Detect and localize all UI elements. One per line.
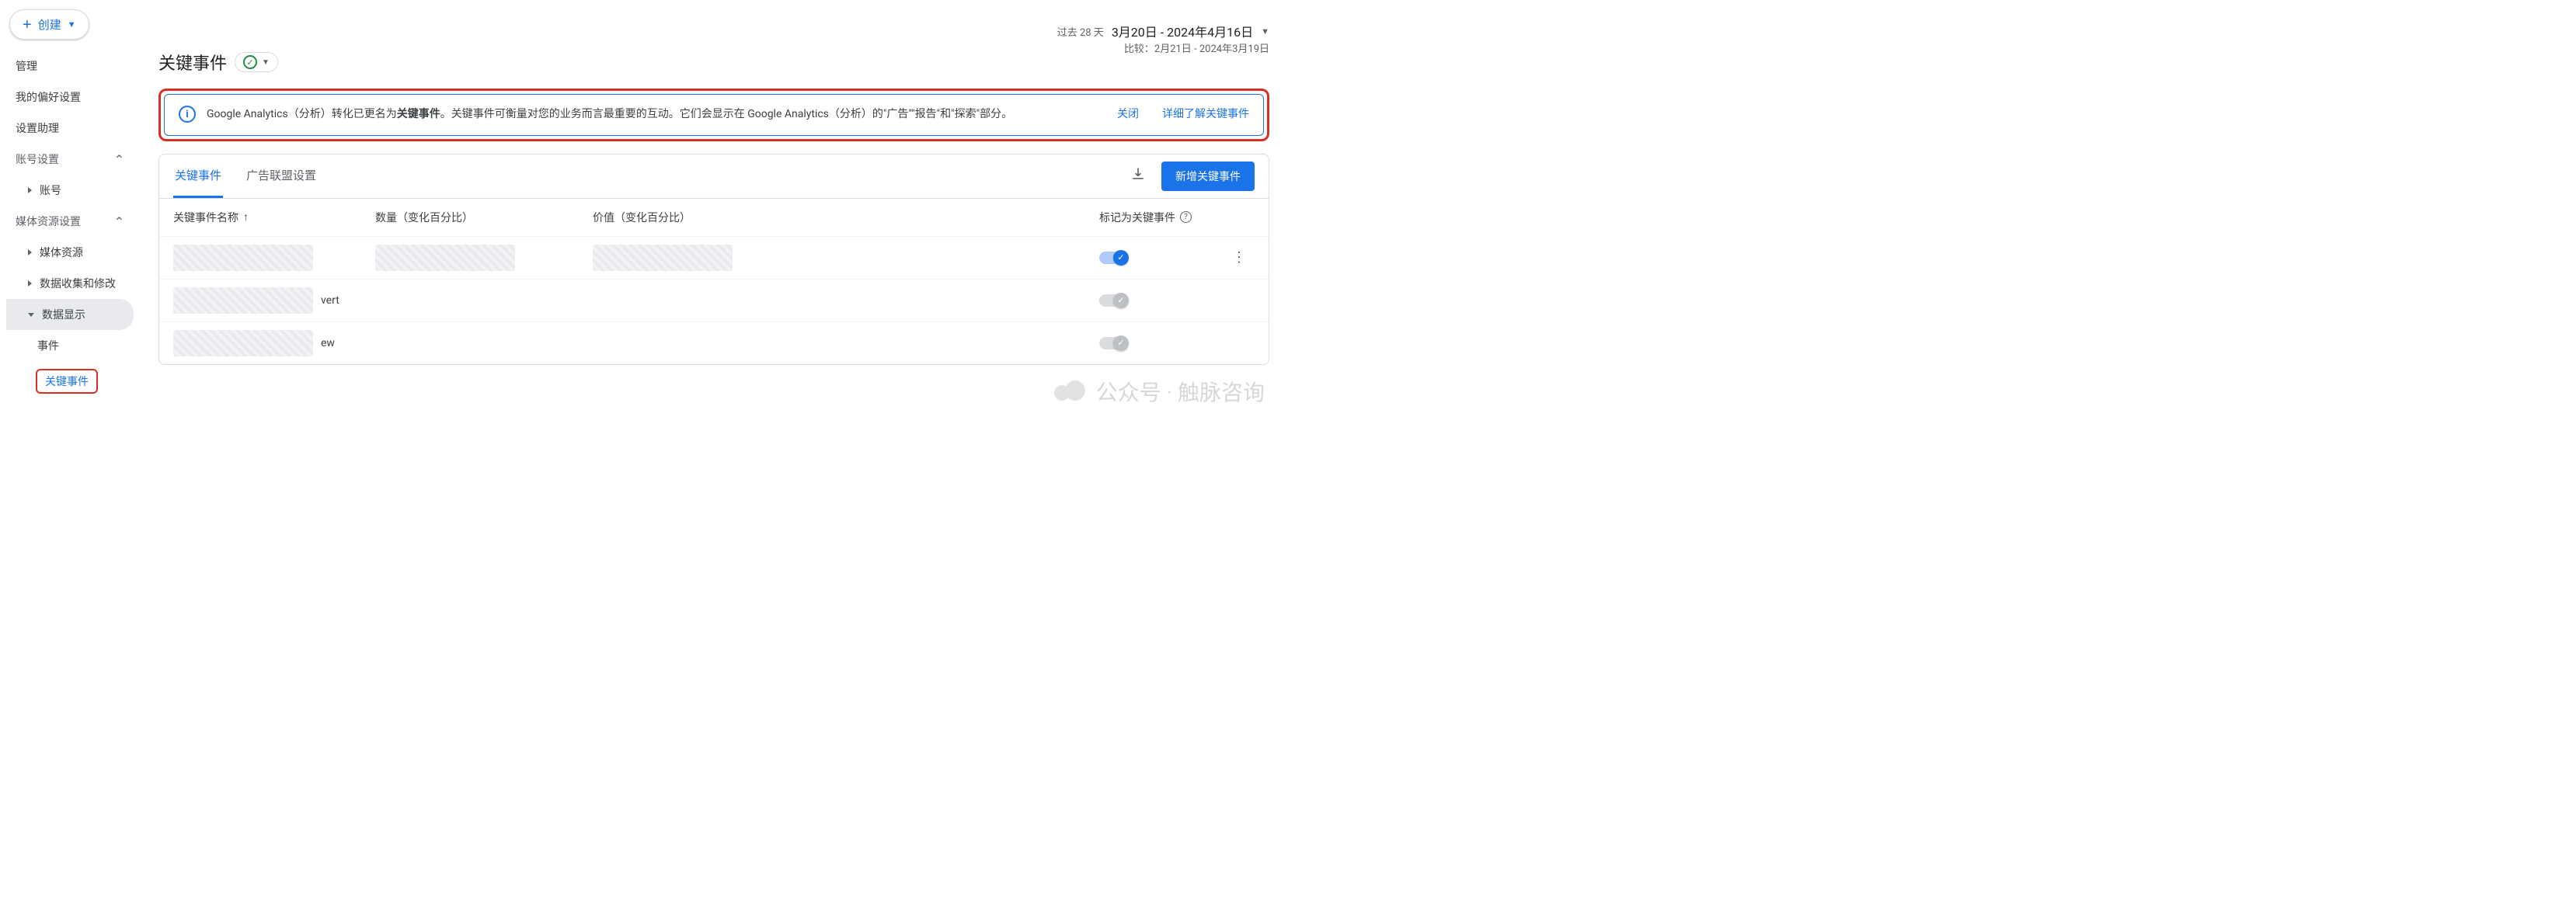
new-key-event-button[interactable]: 新增关键事件 xyxy=(1161,162,1255,191)
col-quantity: 数量（变化百分比） xyxy=(375,210,593,225)
tabs: 关键事件 广告联盟设置 xyxy=(173,155,318,198)
create-button[interactable]: + 创建 ▼ xyxy=(9,9,89,40)
triangle-right-icon xyxy=(28,280,32,287)
chevron-up-icon: ⌃ xyxy=(114,152,124,167)
info-banner-highlight: i Google Analytics（分析）转化已更名为关键事件。关键事件可衡量… xyxy=(158,89,1269,141)
date-prefix: 过去 28 天 xyxy=(1057,24,1104,39)
redacted-cell xyxy=(375,245,515,271)
col-mark: 标记为关键事件 ? xyxy=(1099,210,1224,225)
nav-item-data-display[interactable]: 数据显示 xyxy=(6,299,134,330)
date-compare: 比较：2月21日 - 2024年3月19日 xyxy=(1057,40,1269,55)
nav-item-events[interactable]: 事件 xyxy=(6,330,134,361)
nav-item-setup-assistant[interactable]: 设置助理 xyxy=(6,113,134,144)
tab-ad-network-settings[interactable]: 广告联盟设置 xyxy=(245,155,318,198)
table-row: ew ✓ xyxy=(159,321,1269,364)
main-content: 过去 28 天 3月20日 - 2024年4月16日 ▼ 比较：2月21日 - … xyxy=(140,0,1288,454)
redacted-cell xyxy=(593,245,733,271)
triangle-right-icon xyxy=(28,249,32,255)
date-range-picker[interactable]: 过去 28 天 3月20日 - 2024年4月16日 ▼ 比较：2月21日 - … xyxy=(1057,22,1269,55)
sort-arrow-up-icon: ↑ xyxy=(243,210,249,224)
redacted-cell xyxy=(173,287,313,314)
table-row: ✓ ⋮ xyxy=(159,236,1269,279)
wechat-icon xyxy=(1054,377,1088,405)
redacted-cell xyxy=(173,330,313,356)
create-button-label: 创建 xyxy=(38,16,61,33)
banner-text: Google Analytics（分析）转化已更名为关键事件。关键事件可衡量对您… xyxy=(207,106,1106,124)
chevron-down-icon: ▼ xyxy=(1261,26,1269,36)
col-name[interactable]: 关键事件名称 ↑ xyxy=(173,210,375,225)
tab-key-events[interactable]: 关键事件 xyxy=(173,155,223,198)
key-events-card: 关键事件 广告联盟设置 新增关键事件 关键事件名称 ↑ 数量（变化百分比） 价值… xyxy=(158,154,1269,365)
status-filter-pill[interactable]: ✓ ▼ xyxy=(235,52,278,72)
sidebar: + 创建 ▼ 管理 我的偏好设置 设置助理 账号设置 ⌃ 账号 媒体资源设置 ⌃… xyxy=(0,0,140,454)
nav-item-property[interactable]: 媒体资源 xyxy=(6,237,134,268)
redacted-cell xyxy=(173,245,313,271)
nav-section-account[interactable]: 账号设置 ⌃ xyxy=(6,144,134,175)
check-circle-icon: ✓ xyxy=(243,55,257,69)
chevron-up-icon: ⌃ xyxy=(114,214,124,229)
table-row: vert ✓ xyxy=(159,279,1269,321)
nav-item-account[interactable]: 账号 xyxy=(6,175,134,206)
date-range: 3月20日 - 2024年4月16日 xyxy=(1112,22,1253,40)
download-icon[interactable] xyxy=(1130,166,1146,186)
nav-section-property[interactable]: 媒体资源设置 ⌃ xyxy=(6,206,134,237)
nav-item-key-events[interactable]: 关键事件 xyxy=(6,361,134,401)
col-value: 价值（变化百分比） xyxy=(593,210,810,225)
nav-item-data-collection[interactable]: 数据收集和修改 xyxy=(6,268,134,299)
page-title: 关键事件 xyxy=(158,50,227,75)
table-header-row: 关键事件名称 ↑ 数量（变化百分比） 价值（变化百分比） 标记为关键事件 ? xyxy=(159,199,1269,236)
triangle-right-icon xyxy=(28,187,32,193)
triangle-down-icon xyxy=(28,313,34,317)
mark-toggle[interactable]: ✓ xyxy=(1099,252,1127,264)
help-icon[interactable]: ? xyxy=(1180,211,1192,223)
chevron-down-icon: ▼ xyxy=(68,20,76,30)
info-banner: i Google Analytics（分析）转化已更名为关键事件。关键事件可衡量… xyxy=(164,94,1264,136)
nav-item-preferences[interactable]: 我的偏好设置 xyxy=(6,82,134,113)
watermark: 公众号 · 触脉咨询 xyxy=(1054,376,1265,407)
plus-icon: + xyxy=(23,17,32,33)
banner-learn-link[interactable]: 详细了解关键事件 xyxy=(1162,106,1249,121)
row-menu-icon[interactable]: ⋮ xyxy=(1232,249,1246,266)
mark-toggle[interactable]: ✓ xyxy=(1099,337,1127,349)
nav-item-admin[interactable]: 管理 xyxy=(6,50,134,82)
info-icon: i xyxy=(179,106,196,123)
banner-close-link[interactable]: 关闭 xyxy=(1117,106,1139,121)
mark-toggle[interactable]: ✓ xyxy=(1099,294,1127,307)
chevron-down-icon: ▼ xyxy=(262,58,270,67)
